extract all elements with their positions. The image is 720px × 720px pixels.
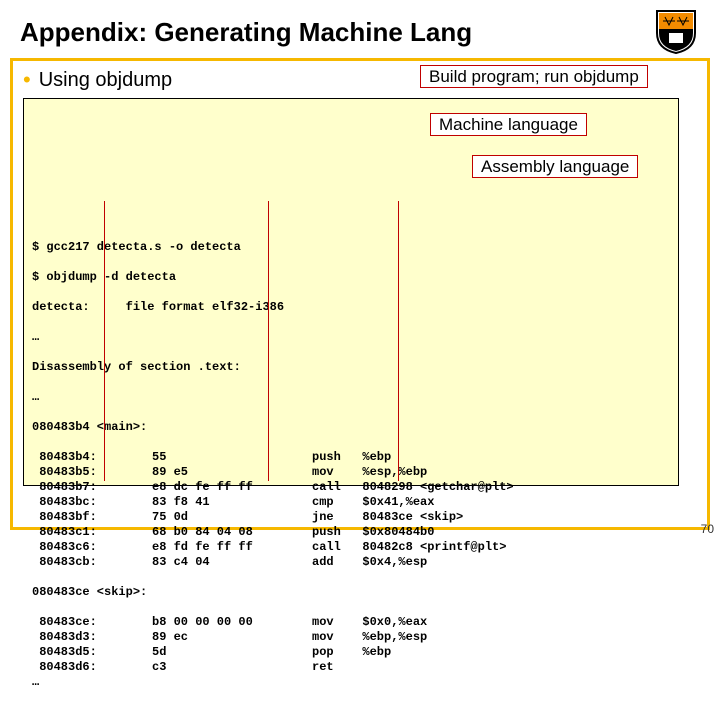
annotation-build: Build program; run objdump — [420, 65, 648, 88]
cmd-line: … — [32, 390, 670, 405]
disasm-row: 80483c6:e8 fd fe ff ffcall 80482c8 <prin… — [32, 540, 672, 555]
cmd-line: detecta: file format elf32-i386 — [32, 300, 670, 315]
slide: Appendix: Generating Machine Lang • Usin… — [0, 0, 720, 540]
disasm-row: 80483d6:c3ret — [32, 660, 672, 675]
disasm-row: 80483c1:68 b0 84 04 08push $0x80484b0 — [32, 525, 672, 540]
cmd-line: Disassembly of section .text: — [32, 360, 670, 375]
code-box: Build program; run objdump Machine langu… — [23, 98, 679, 486]
content-frame: • Using objdump Build program; run objdu… — [10, 58, 710, 530]
annotation-machine: Machine language — [430, 113, 587, 136]
column-divider-3 — [398, 201, 399, 481]
page-number: 70 — [701, 522, 714, 536]
cmd-line: $ gcc217 detecta.s -o detecta — [32, 240, 670, 255]
disasm-row: 80483bc:83 f8 41cmp $0x41,%eax — [32, 495, 672, 510]
label-skip: 080483ce <skip>: — [32, 585, 670, 600]
cmd-line: … — [32, 330, 670, 345]
bullet-text: Using objdump — [39, 69, 172, 92]
label-main: 080483b4 <main>: — [32, 420, 670, 435]
title-row: Appendix: Generating Machine Lang — [0, 0, 720, 60]
disasm-row: 80483cb:83 c4 04add $0x4,%esp — [32, 555, 672, 570]
column-divider-2 — [268, 201, 269, 481]
disasm-row: 80483d3:89 ecmov %ebp,%esp — [32, 630, 672, 645]
princeton-shield-icon — [652, 8, 700, 56]
disasm-row: 80483d5:5dpop %ebp — [32, 645, 672, 660]
bullet-icon: • — [23, 69, 31, 91]
disasm-row: 80483ce:b8 00 00 00 00mov $0x0,%eax — [32, 615, 672, 630]
disasm-row: 80483b7:e8 dc fe ff ffcall 8048298 <getc… — [32, 480, 672, 495]
cmd-line: … — [32, 675, 670, 690]
cmd-line: $ objdump -d detecta — [32, 270, 670, 285]
annotation-assembly: Assembly language — [472, 155, 638, 178]
disasm-row: 80483b4:55push %ebp — [32, 450, 672, 465]
column-divider-1 — [104, 201, 105, 481]
disasm-row: 80483b5:89 e5mov %esp,%ebp — [32, 465, 672, 480]
disasm-row: 80483bf:75 0djne 80483ce <skip> — [32, 510, 672, 525]
slide-title: Appendix: Generating Machine Lang — [20, 17, 652, 48]
